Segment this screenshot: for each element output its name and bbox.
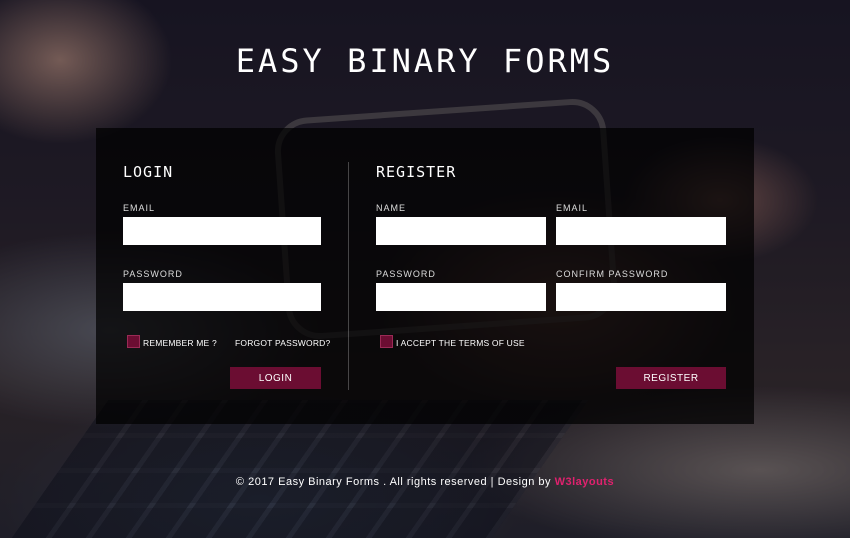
register-confirm-password-label: CONFIRM PASSWORD <box>556 269 669 279</box>
login-email-label: EMAIL <box>123 203 156 213</box>
remember-me-label: REMEMBER ME ? <box>143 338 217 348</box>
register-password-field[interactable] <box>376 283 546 311</box>
login-heading: LOGIN <box>123 163 174 181</box>
register-confirm-password-field[interactable] <box>556 283 726 311</box>
login-button[interactable]: LOGIN <box>230 367 321 389</box>
accept-terms-checkbox[interactable] <box>380 335 393 348</box>
login-email-field[interactable] <box>123 217 321 245</box>
footer: © 2017 Easy Binary Forms . All rights re… <box>0 476 850 488</box>
register-button[interactable]: REGISTER <box>616 367 726 389</box>
register-heading: REGISTER <box>376 163 457 181</box>
forms-divider <box>348 162 349 390</box>
register-name-label: NAME <box>376 203 407 213</box>
remember-me-checkbox[interactable] <box>127 335 140 348</box>
register-email-label: EMAIL <box>556 203 589 213</box>
accept-terms-label: I ACCEPT THE TERMS OF USE <box>396 338 525 348</box>
footer-brand-link[interactable]: W3layouts <box>555 476 615 488</box>
login-password-label: PASSWORD <box>123 269 183 279</box>
register-email-field[interactable] <box>556 217 726 245</box>
register-name-field[interactable] <box>376 217 546 245</box>
footer-copyright: © 2017 Easy Binary Forms . All rights re… <box>235 476 555 488</box>
register-password-label: PASSWORD <box>376 269 436 279</box>
forgot-password-link[interactable]: FORGOT PASSWORD? <box>235 338 330 348</box>
login-password-field[interactable] <box>123 283 321 311</box>
page-title: EASY BINARY FORMS <box>235 42 615 80</box>
